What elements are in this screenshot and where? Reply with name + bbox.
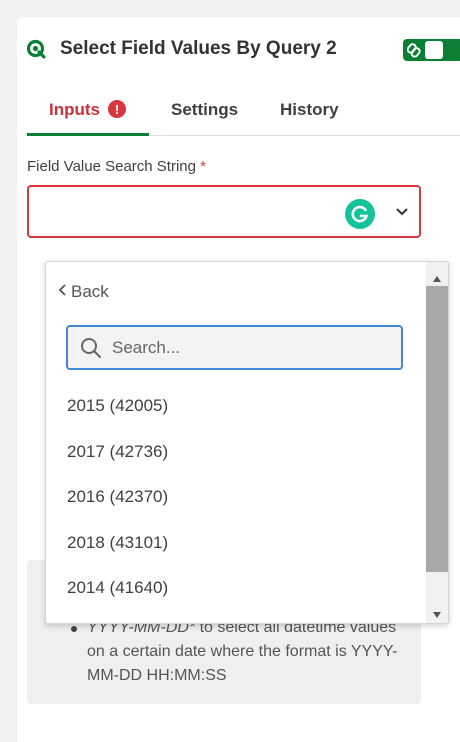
block-header: Select Field Values By Query 2 <box>26 38 337 60</box>
alert-icon: ! <box>108 100 126 118</box>
link-toggle[interactable] <box>403 39 460 61</box>
grammarly-icon[interactable] <box>345 199 375 229</box>
field-value-combobox[interactable] <box>27 185 421 238</box>
scroll-down-icon[interactable] <box>432 606 442 623</box>
value-dropdown: Back 2015 (42005) 2017 (42736) 2016 (423… <box>45 261 449 624</box>
back-button[interactable]: Back <box>58 282 109 302</box>
tab-history[interactable]: History <box>280 100 339 136</box>
tab-bar: Inputs ! Settings History <box>27 100 460 136</box>
option-item[interactable]: 2016 (42370) <box>67 487 168 507</box>
tab-settings[interactable]: Settings <box>171 100 238 136</box>
chevron-left-icon <box>58 282 67 302</box>
option-item[interactable]: 2015 (42005) <box>67 396 168 416</box>
back-label: Back <box>71 282 109 301</box>
search-box[interactable] <box>66 325 403 370</box>
option-item[interactable]: 2017 (42736) <box>67 442 168 462</box>
qlik-logo-icon <box>26 39 46 59</box>
field-label-text: Field Value Search String <box>27 158 196 175</box>
search-icon <box>80 337 102 364</box>
field-label: Field Value Search String * <box>27 158 206 175</box>
option-item[interactable]: 2014 (41640) <box>67 578 168 598</box>
tab-inputs[interactable]: Inputs ! <box>49 100 126 136</box>
tab-settings-label: Settings <box>171 100 239 119</box>
help-item: YYYY-MM-DD* to select all datetime value… <box>87 616 407 688</box>
tab-history-label: History <box>280 100 339 119</box>
required-marker: * <box>200 158 206 175</box>
scrollbar-thumb[interactable] <box>426 286 448 572</box>
chevron-down-icon[interactable] <box>395 205 409 224</box>
block-title: Select Field Values By Query 2 <box>60 38 337 59</box>
link-icon <box>406 41 421 64</box>
bullet-dot <box>71 626 77 632</box>
option-item[interactable]: 2018 (43101) <box>67 533 168 553</box>
search-input[interactable] <box>112 327 392 368</box>
tab-inputs-label: Inputs <box>49 100 100 119</box>
active-tab-indicator <box>27 133 149 136</box>
toggle-knob <box>425 41 443 59</box>
